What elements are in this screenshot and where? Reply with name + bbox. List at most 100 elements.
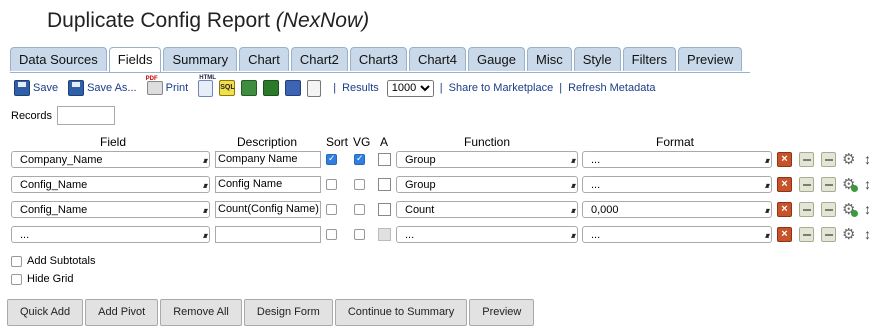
vg-checkbox[interactable] xyxy=(354,179,365,190)
field-select-value: Config_Name xyxy=(20,204,88,216)
vg-checkbox[interactable] xyxy=(354,204,365,215)
field-select[interactable]: Config_Name ▴▾ xyxy=(11,201,210,218)
move-up-icon[interactable] xyxy=(799,152,814,167)
tab-misc[interactable]: Misc xyxy=(527,47,572,71)
drag-updown-icon[interactable]: ↕ xyxy=(864,177,871,192)
description-input[interactable]: Company Name xyxy=(215,151,321,168)
function-select-value: ... xyxy=(405,229,415,241)
header-sort: Sort xyxy=(326,135,349,149)
design-form-button[interactable]: Design Form xyxy=(243,299,333,326)
field-select[interactable]: ... ▴▾ xyxy=(11,226,210,243)
refresh-metadata-link[interactable]: Refresh Metadata xyxy=(568,82,655,94)
add-pivot-button[interactable]: Add Pivot xyxy=(85,299,159,326)
save-button[interactable]: Save xyxy=(14,80,58,96)
hide-grid-checkbox[interactable] xyxy=(11,273,22,285)
vg-checkbox[interactable] xyxy=(354,153,365,165)
move-down-icon[interactable] xyxy=(821,227,836,242)
a-checkbox[interactable] xyxy=(378,203,391,216)
format-select-value: 0,000 xyxy=(591,204,619,216)
sort-checkbox[interactable] xyxy=(326,229,337,240)
excel-icon[interactable] xyxy=(263,80,280,96)
move-up-icon[interactable] xyxy=(799,177,814,192)
html-export-icon[interactable]: HTML xyxy=(198,75,216,97)
a-checkbox[interactable] xyxy=(378,228,391,241)
continue-to-summary-button[interactable]: Continue to Summary xyxy=(334,299,468,326)
move-up-icon[interactable] xyxy=(799,202,814,217)
move-down-icon[interactable] xyxy=(821,152,836,167)
description-input[interactable]: Config Name xyxy=(215,176,321,193)
tab-fields[interactable]: Fields xyxy=(108,47,162,73)
tab-gauge[interactable]: Gauge xyxy=(467,47,526,71)
delete-icon[interactable]: × xyxy=(777,227,792,242)
quick-add-button[interactable]: Quick Add xyxy=(7,299,84,326)
a-checkbox[interactable] xyxy=(378,178,391,191)
format-select[interactable]: 0,000 ▴▾ xyxy=(582,201,772,218)
print-button[interactable]: PDF Print xyxy=(146,76,189,95)
word-icon[interactable] xyxy=(285,80,302,96)
tab-underline xyxy=(10,72,750,73)
tab-chart[interactable]: Chart xyxy=(239,47,289,71)
save-as-button[interactable]: Save As... xyxy=(68,80,137,96)
tab-style[interactable]: Style xyxy=(573,47,621,71)
preview-button[interactable]: Preview xyxy=(469,299,535,326)
description-input[interactable] xyxy=(215,226,321,243)
gear-icon[interactable]: ⚙ xyxy=(842,177,859,192)
sort-checkbox[interactable] xyxy=(326,153,337,165)
tab-chart2[interactable]: Chart2 xyxy=(290,47,348,71)
description-input[interactable]: Count(Config Name) xyxy=(215,201,321,218)
add-subtotals-option[interactable]: Add Subtotals xyxy=(11,255,96,267)
tab-filters[interactable]: Filters xyxy=(622,47,677,71)
html-tag: HTML xyxy=(199,74,216,81)
title-sub: (NexNow) xyxy=(275,9,370,32)
sort-checkbox[interactable] xyxy=(326,204,337,215)
field-select[interactable]: Company_Name ▴▾ xyxy=(11,151,210,168)
records-input[interactable] xyxy=(56,106,115,125)
format-select[interactable]: ... ▴▾ xyxy=(582,176,772,193)
tab-chart3[interactable]: Chart3 xyxy=(349,47,407,71)
move-up-icon[interactable] xyxy=(799,227,814,242)
function-select[interactable]: Group ▴▾ xyxy=(396,151,578,168)
floppy-icon xyxy=(68,80,85,96)
share-marketplace-link[interactable]: Share to Marketplace xyxy=(449,82,554,94)
function-select[interactable]: Count ▴▾ xyxy=(396,201,578,218)
format-select[interactable]: ... ▴▾ xyxy=(582,226,772,243)
drag-updown-icon[interactable]: ↕ xyxy=(864,227,871,242)
function-select[interactable]: ... ▴▾ xyxy=(396,226,578,243)
print-label: Print xyxy=(165,82,189,94)
tab-preview[interactable]: Preview xyxy=(678,47,743,71)
excel-export-icon[interactable] xyxy=(241,80,258,96)
move-down-icon[interactable] xyxy=(821,177,836,192)
records-label: Records xyxy=(11,109,52,122)
add-subtotals-checkbox[interactable] xyxy=(11,255,22,267)
function-select-value: Group xyxy=(405,179,436,191)
title-main: Duplicate Config Report xyxy=(47,9,270,32)
header-a: A xyxy=(380,135,389,149)
select-arrows-icon: ▴▾ xyxy=(202,206,208,215)
move-down-icon[interactable] xyxy=(821,202,836,217)
sort-checkbox[interactable] xyxy=(326,179,337,190)
delete-icon[interactable]: × xyxy=(777,202,792,217)
tab-summary[interactable]: Summary xyxy=(163,47,238,71)
field-select[interactable]: Config_Name ▴▾ xyxy=(11,176,210,193)
delete-icon[interactable]: × xyxy=(777,152,792,167)
vg-checkbox[interactable] xyxy=(354,229,365,240)
gear-icon[interactable]: ⚙ xyxy=(842,152,855,167)
format-select[interactable]: ... ▴▾ xyxy=(582,151,772,168)
drag-updown-icon[interactable]: ↕ xyxy=(864,202,871,217)
select-arrows-icon: ▴▾ xyxy=(764,206,770,215)
delete-icon[interactable]: × xyxy=(777,177,792,192)
document-icon[interactable] xyxy=(307,79,322,97)
hide-grid-option[interactable]: Hide Grid xyxy=(11,273,73,285)
a-checkbox[interactable] xyxy=(378,153,391,166)
sql-icon[interactable]: SQL xyxy=(219,80,236,96)
drag-updown-icon[interactable]: ↕ xyxy=(864,152,871,167)
header-format: Format xyxy=(656,135,695,149)
gear-icon[interactable]: ⚙ xyxy=(842,227,855,242)
function-select-value: Group xyxy=(405,154,436,166)
gear-icon[interactable]: ⚙ xyxy=(842,202,859,217)
tab-chart4[interactable]: Chart4 xyxy=(408,47,466,71)
function-select[interactable]: Group ▴▾ xyxy=(396,176,578,193)
tab-data-sources[interactable]: Data Sources xyxy=(10,47,107,71)
remove-all-button[interactable]: Remove All xyxy=(160,299,242,326)
results-select[interactable]: 1000 xyxy=(386,79,434,97)
